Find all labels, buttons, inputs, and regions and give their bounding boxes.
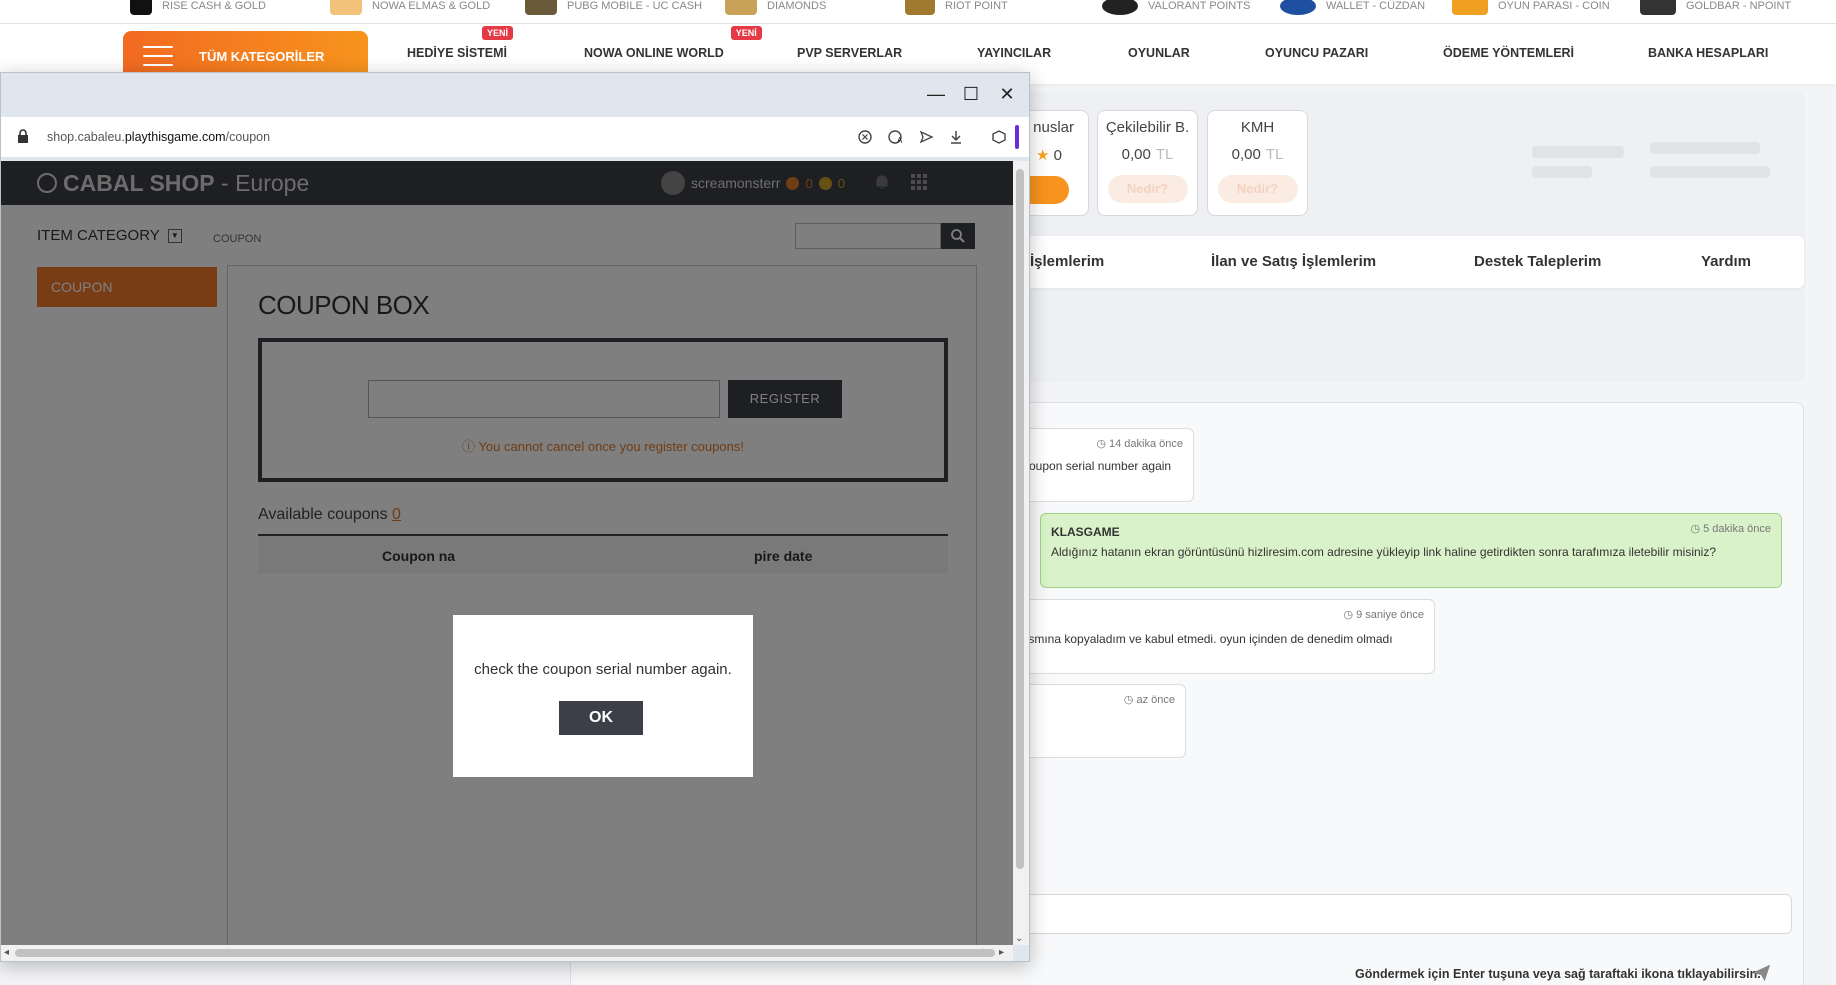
nav-payment-methods[interactable]: ÖDEME YÖNTEMLERİ [1443,46,1574,60]
strip-item-valorant[interactable]: VALORANT POINTS [1102,0,1250,18]
svg-text:A: A [897,136,903,145]
strip-item-goldbar[interactable]: GOLDBAR - NPOINT [1640,0,1791,18]
popup-browser-window: — ☐ ✕ shop.cabaleu.playthisgame.com/coup… [0,72,1030,962]
strip-item-rise[interactable]: RISE CASH & GOLD [130,0,266,18]
goldbar-logo-icon [1640,0,1676,15]
chat-message: ◷ 9 saniye önce ısmına kopyaladım ve kab… [1000,599,1435,674]
strip-item-wallet[interactable]: WALLET - CÜZDAN [1280,0,1425,18]
vertical-scroll-thumb[interactable] [1016,169,1024,869]
chat-input[interactable] [1000,894,1792,934]
nav-gift-system[interactable]: HEDİYE SİSTEMİ YENİ [407,26,514,60]
diamonds-logo-icon [725,0,757,15]
nav-nowa-online-world[interactable]: NOWA ONLINE WORLD YENİ [584,26,762,60]
scroll-down-icon[interactable]: ⌄ [1015,933,1023,944]
top-category-strip: RISE CASH & GOLD NOWA ELMAS & GOLD PUBG … [0,0,1836,24]
rise-logo-icon [130,0,152,15]
strip-item-diamonds[interactable]: DIAMONDS [725,0,826,18]
strip-item-nowa[interactable]: NOWA ELMAS & GOLD [330,0,490,18]
stat-withdrawable: Çekilebilir B. 0,00 TL Nedir? [1097,110,1198,216]
hamburger-icon [143,46,173,66]
blurred-info [1650,166,1770,178]
chat-send-hint: Göndermek için Enter tuşuna veya sağ tar… [1355,967,1761,981]
maximize-icon[interactable]: ☐ [953,79,989,109]
lol-logo-icon [905,0,935,15]
tab-transactions[interactable]: İşlemlerim [1030,253,1104,270]
modal-overlay [1,161,1013,945]
clock-icon: ◷ [1123,694,1134,706]
nav-pvp-servers[interactable]: PVP SERVERLAR [797,46,902,60]
lock-icon [18,129,28,143]
nav-games[interactable]: OYUNLAR [1128,46,1190,60]
profile-indicator [1015,125,1019,149]
alert-message: check the coupon serial number again. [474,661,732,678]
extension-icon[interactable] [991,129,1007,145]
new-badge: YENİ [730,26,762,40]
scroll-right-icon[interactable]: ▸ [999,947,1004,958]
tab-help[interactable]: Yardım [1701,253,1751,270]
translate-icon[interactable]: A [888,129,904,145]
alert-dialog: check the coupon serial number again. OK [453,615,753,777]
pubg-logo-icon [525,0,557,15]
nav-bank-accounts[interactable]: BANKA HESAPLARI [1648,46,1768,60]
page-viewport: CABAL SHOP - Europe screamonsterr 0 0 IT… [1,161,1013,945]
new-badge: YENİ [482,26,514,40]
clock-icon: ◷ [1096,438,1106,450]
scroll-left-icon[interactable]: ◂ [4,947,9,958]
clock-icon: ◷ [1343,609,1354,621]
blurred-info [1650,142,1760,154]
blurred-info [1532,166,1592,178]
coin-logo-icon [1452,0,1488,15]
download-icon[interactable] [948,129,964,145]
shield-icon[interactable] [857,129,873,145]
ok-button[interactable]: OK [559,701,643,735]
clock-icon: ◷ [1690,523,1701,535]
send-icon[interactable] [1750,962,1772,984]
wallet-logo-icon [1280,0,1316,15]
nav-streamers[interactable]: YAYINCILAR [977,46,1051,60]
strip-item-pubg[interactable]: PUBG MOBILE - UC CASH [525,0,702,18]
nowa-logo-icon [330,0,362,15]
minimize-icon[interactable]: — [918,79,954,109]
tab-support-tickets[interactable]: Destek Taleplerim [1474,253,1601,270]
address-bar[interactable]: shop.cabaleu.playthisgame.com/coupon A [1,117,1029,157]
blurred-info [1532,146,1624,158]
url-text[interactable]: shop.cabaleu.playthisgame.com/coupon [47,130,270,144]
withdrawable-info-button[interactable]: Nedir? [1107,175,1188,203]
tab-listings-sales[interactable]: İlan ve Satış İşlemlerim [1211,253,1376,270]
chat-message-staff: KLASGAME ◷ 5 dakika önce Aldığınız hatan… [1040,513,1782,588]
star-icon: ★ [1036,147,1050,164]
strip-item-coin[interactable]: OYUN PARASI - COIN [1452,0,1610,18]
horizontal-scroll-thumb[interactable] [15,949,995,957]
close-icon[interactable]: ✕ [989,79,1025,109]
stat-kmh: KMH 0,00 TL Nedir? [1207,110,1308,216]
nav-player-market[interactable]: OYUNCU PAZARI [1265,46,1368,60]
send-tab-icon[interactable] [918,129,934,145]
kmh-info-button[interactable]: Nedir? [1217,175,1298,203]
strip-item-riot[interactable]: RIOT POINT [905,0,1008,18]
valorant-logo-icon [1102,0,1138,15]
